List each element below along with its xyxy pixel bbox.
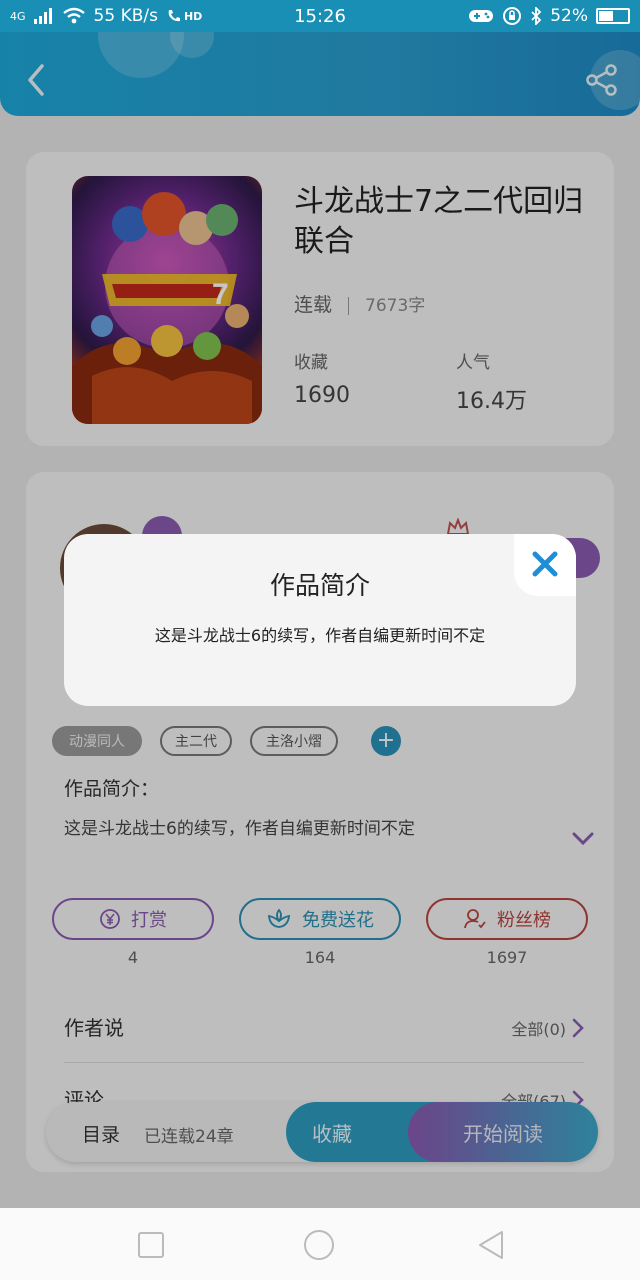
battery-icon: [596, 8, 630, 24]
modal-close-button[interactable]: [514, 534, 576, 596]
intro-modal: 作品简介 这是斗龙战士6的续写，作者自编更新时间不定: [64, 534, 576, 706]
back-nav-button[interactable]: [474, 1228, 508, 1262]
recents-button[interactable]: [134, 1228, 168, 1262]
modal-text: 这是斗龙战士6的续写，作者自编更新时间不定: [154, 626, 486, 645]
status-bar: 4G 55 KB/s HD 15:26 52%: [0, 0, 640, 32]
system-nav-bar: [0, 1208, 640, 1280]
status-time: 15:26: [294, 5, 346, 27]
modal-title: 作品简介: [269, 571, 370, 600]
home-button[interactable]: [302, 1228, 336, 1262]
close-icon: [532, 551, 558, 577]
